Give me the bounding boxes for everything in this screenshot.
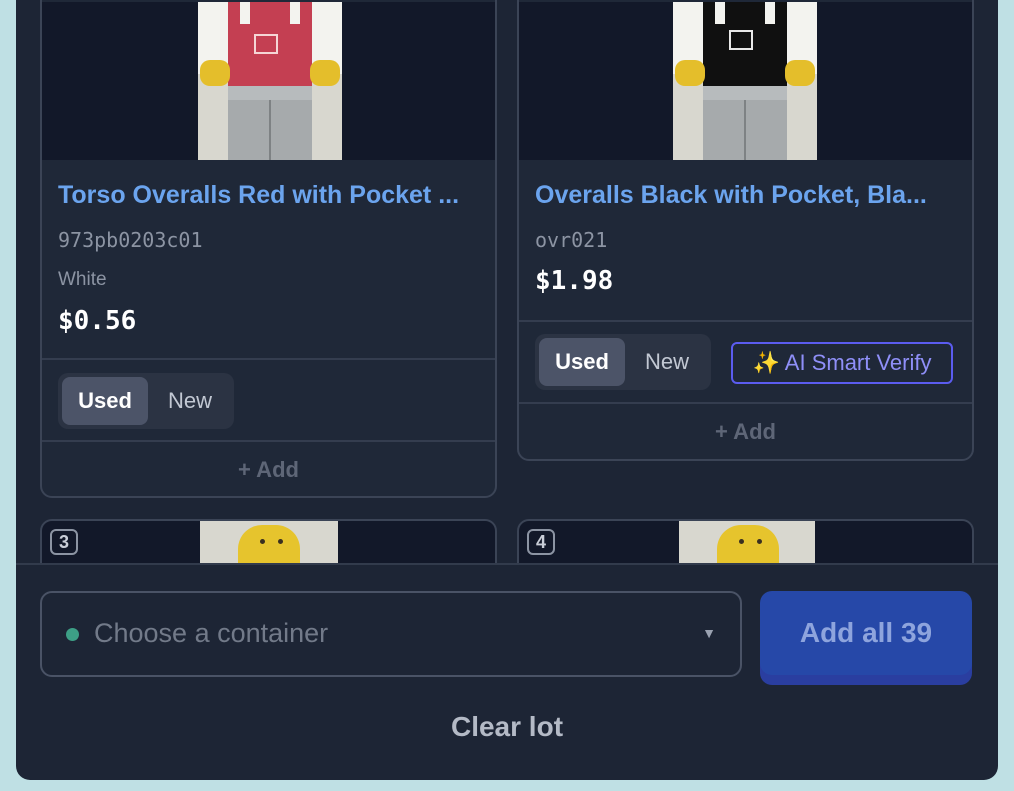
add-item-button[interactable]: + Add xyxy=(42,457,495,483)
product-card: 4 xyxy=(517,519,974,563)
condition-used-button[interactable]: Used xyxy=(539,338,625,386)
product-image-area xyxy=(519,2,972,160)
add-all-button[interactable]: Add all 39 xyxy=(760,591,972,685)
product-card: Torso Overalls Red with Pocket ... 973pb… xyxy=(40,0,497,498)
container-select[interactable]: Choose a container ▼ xyxy=(40,591,742,677)
product-grid: Torso Overalls Red with Pocket ... 973pb… xyxy=(16,0,998,563)
item-number-badge: 4 xyxy=(527,529,555,555)
card-divider xyxy=(519,320,972,322)
product-code: 973pb0203c01 xyxy=(58,228,203,252)
product-title-link[interactable]: Torso Overalls Red with Pocket ... xyxy=(58,181,459,210)
condition-new-button[interactable]: New xyxy=(627,338,707,386)
product-title-link[interactable]: Overalls Black with Pocket, Bla... xyxy=(535,181,927,210)
add-all-label: Add all 39 xyxy=(760,591,972,675)
status-dot-icon xyxy=(66,628,79,641)
product-card: 3 xyxy=(40,519,497,563)
minifig-torso-image xyxy=(198,2,342,160)
product-price: $0.56 xyxy=(58,306,137,336)
card-divider xyxy=(42,358,495,360)
condition-new-button[interactable]: New xyxy=(150,377,230,425)
minifig-head-image xyxy=(679,521,815,563)
lot-panel: Torso Overalls Red with Pocket ... 973pb… xyxy=(16,0,998,780)
card-divider xyxy=(42,440,495,442)
condition-toggle: Used New xyxy=(58,373,234,429)
product-price: $1.98 xyxy=(535,266,614,296)
product-code: ovr021 xyxy=(535,228,608,252)
ai-smart-verify-button[interactable]: ✨ AI Smart Verify xyxy=(731,342,953,384)
clear-lot-button[interactable]: Clear lot xyxy=(16,711,998,743)
minifig-torso-image xyxy=(673,2,817,160)
condition-used-button[interactable]: Used xyxy=(62,377,148,425)
container-select-placeholder: Choose a container xyxy=(94,618,329,648)
product-color: White xyxy=(58,269,107,290)
card-divider xyxy=(519,402,972,404)
condition-toggle: Used New xyxy=(535,334,711,390)
item-number-badge: 3 xyxy=(50,529,78,555)
lot-actions-bar: Choose a container ▼ Add all 39 Clear lo… xyxy=(16,563,998,780)
product-card: Overalls Black with Pocket, Bla... ovr02… xyxy=(517,0,974,461)
add-item-button[interactable]: + Add xyxy=(519,419,972,445)
product-image-area xyxy=(42,2,495,160)
minifig-head-image xyxy=(200,521,338,563)
caret-down-icon: ▼ xyxy=(702,625,716,641)
